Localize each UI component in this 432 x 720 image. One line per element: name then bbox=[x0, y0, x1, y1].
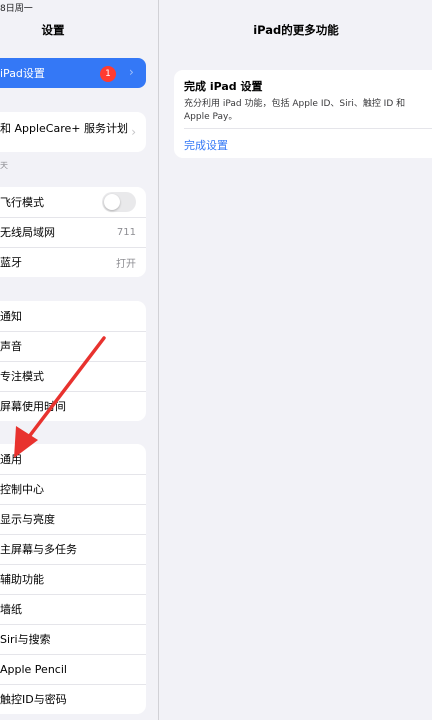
sidebar-item-label: 控制中心 bbox=[0, 483, 44, 496]
sidebar-item-screen-time[interactable]: 屏幕使用时间 bbox=[0, 391, 146, 421]
sidebar-item-display-brightness[interactable]: 显示与亮度 bbox=[0, 504, 146, 534]
sidebar-item-focus[interactable]: 专注模式 bbox=[0, 361, 146, 391]
settings-sidebar: 8日周一 设置 iPad设置 1 › 和 AppleCare+ 服务计划 › 天… bbox=[0, 0, 159, 720]
sidebar-item-label: 飞行模式 bbox=[0, 196, 44, 209]
airplane-mode-toggle[interactable] bbox=[102, 192, 136, 212]
sidebar-item-label: iPad设置 bbox=[0, 67, 45, 80]
sidebar-item-label: 显示与亮度 bbox=[0, 513, 55, 526]
sidebar-item-label: Siri与搜索 bbox=[0, 633, 51, 646]
section-hint: 天 bbox=[0, 161, 8, 170]
chevron-right-icon: › bbox=[129, 65, 134, 79]
notification-badge: 1 bbox=[100, 66, 116, 82]
card-divider bbox=[184, 128, 432, 129]
finish-setup-link[interactable]: 完成设置 bbox=[184, 137, 228, 153]
sidebar-item-sounds[interactable]: 声音 bbox=[0, 331, 146, 361]
detail-title: iPad的更多功能 bbox=[253, 23, 339, 37]
wifi-network-name: 711 bbox=[116, 226, 136, 238]
sidebar-item-airplane-mode[interactable]: 飞行模式 bbox=[0, 187, 146, 217]
sidebar-item-ipad-settings[interactable]: iPad设置 1 › bbox=[0, 58, 146, 88]
sidebar-item-label: 专注模式 bbox=[0, 370, 44, 383]
sidebar-item-label: 无线局域网 bbox=[0, 226, 55, 239]
sidebar-item-label: 墙纸 bbox=[0, 603, 22, 616]
sidebar-item-applecare[interactable]: 和 AppleCare+ 服务计划 › bbox=[0, 112, 146, 152]
sidebar-title: 设置 bbox=[41, 23, 65, 37]
sidebar-item-label: 主屏幕与多任务 bbox=[0, 543, 77, 556]
card-description: 充分利用 iPad 功能，包括 Apple ID、Siri、触控 ID 和 Ap… bbox=[184, 99, 406, 122]
finish-setup-card: 完成 iPad 设置 充分利用 iPad 功能，包括 Apple ID、Siri… bbox=[174, 70, 432, 158]
chevron-right-icon: › bbox=[131, 125, 136, 139]
sidebar-item-bluetooth[interactable]: 蓝牙 打开 bbox=[0, 247, 146, 277]
sidebar-item-label: 蓝牙 bbox=[0, 256, 22, 269]
sidebar-item-accessibility[interactable]: 辅助功能 bbox=[0, 564, 146, 594]
status-bar-date: 8日周一 bbox=[0, 4, 33, 14]
sidebar-item-siri-search[interactable]: Siri与搜索 bbox=[0, 624, 146, 654]
sidebar-item-label: 通知 bbox=[0, 310, 22, 323]
sidebar-item-label: 和 AppleCare+ 服务计划 bbox=[0, 122, 128, 135]
sidebar-item-label: 通用 bbox=[0, 453, 22, 466]
network-settings-group: 飞行模式 无线局域网 711 蓝牙 打开 bbox=[0, 187, 146, 277]
sidebar-item-label: 声音 bbox=[0, 340, 22, 353]
general-settings-group: 通用 控制中心 显示与亮度 主屏幕与多任务 辅助功能 墙纸 Siri与搜索 Ap… bbox=[0, 444, 146, 714]
sidebar-item-home-screen-multitasking[interactable]: 主屏幕与多任务 bbox=[0, 534, 146, 564]
sidebar-item-label: 辅助功能 bbox=[0, 573, 44, 586]
toggle-knob bbox=[104, 194, 120, 210]
bluetooth-status: 打开 bbox=[116, 258, 136, 270]
sidebar-item-control-center[interactable]: 控制中心 bbox=[0, 474, 146, 504]
detail-pane: iPad的更多功能 完成 iPad 设置 充分利用 iPad 功能，包括 App… bbox=[160, 0, 432, 720]
card-title: 完成 iPad 设置 bbox=[184, 80, 263, 93]
sidebar-item-wifi[interactable]: 无线局域网 711 bbox=[0, 217, 146, 247]
sidebar-item-notifications[interactable]: 通知 bbox=[0, 301, 146, 331]
notification-settings-group: 通知 声音 专注模式 屏幕使用时间 bbox=[0, 301, 146, 421]
sidebar-item-wallpaper[interactable]: 墙纸 bbox=[0, 594, 146, 624]
sidebar-item-label: Apple Pencil bbox=[0, 662, 67, 676]
sidebar-item-touch-id-passcode[interactable]: 触控ID与密码 bbox=[0, 684, 146, 714]
sidebar-item-general[interactable]: 通用 bbox=[0, 444, 146, 474]
sidebar-item-label: 屏幕使用时间 bbox=[0, 400, 66, 413]
sidebar-item-label: 触控ID与密码 bbox=[0, 693, 67, 706]
sidebar-item-apple-pencil[interactable]: Apple Pencil bbox=[0, 654, 146, 684]
